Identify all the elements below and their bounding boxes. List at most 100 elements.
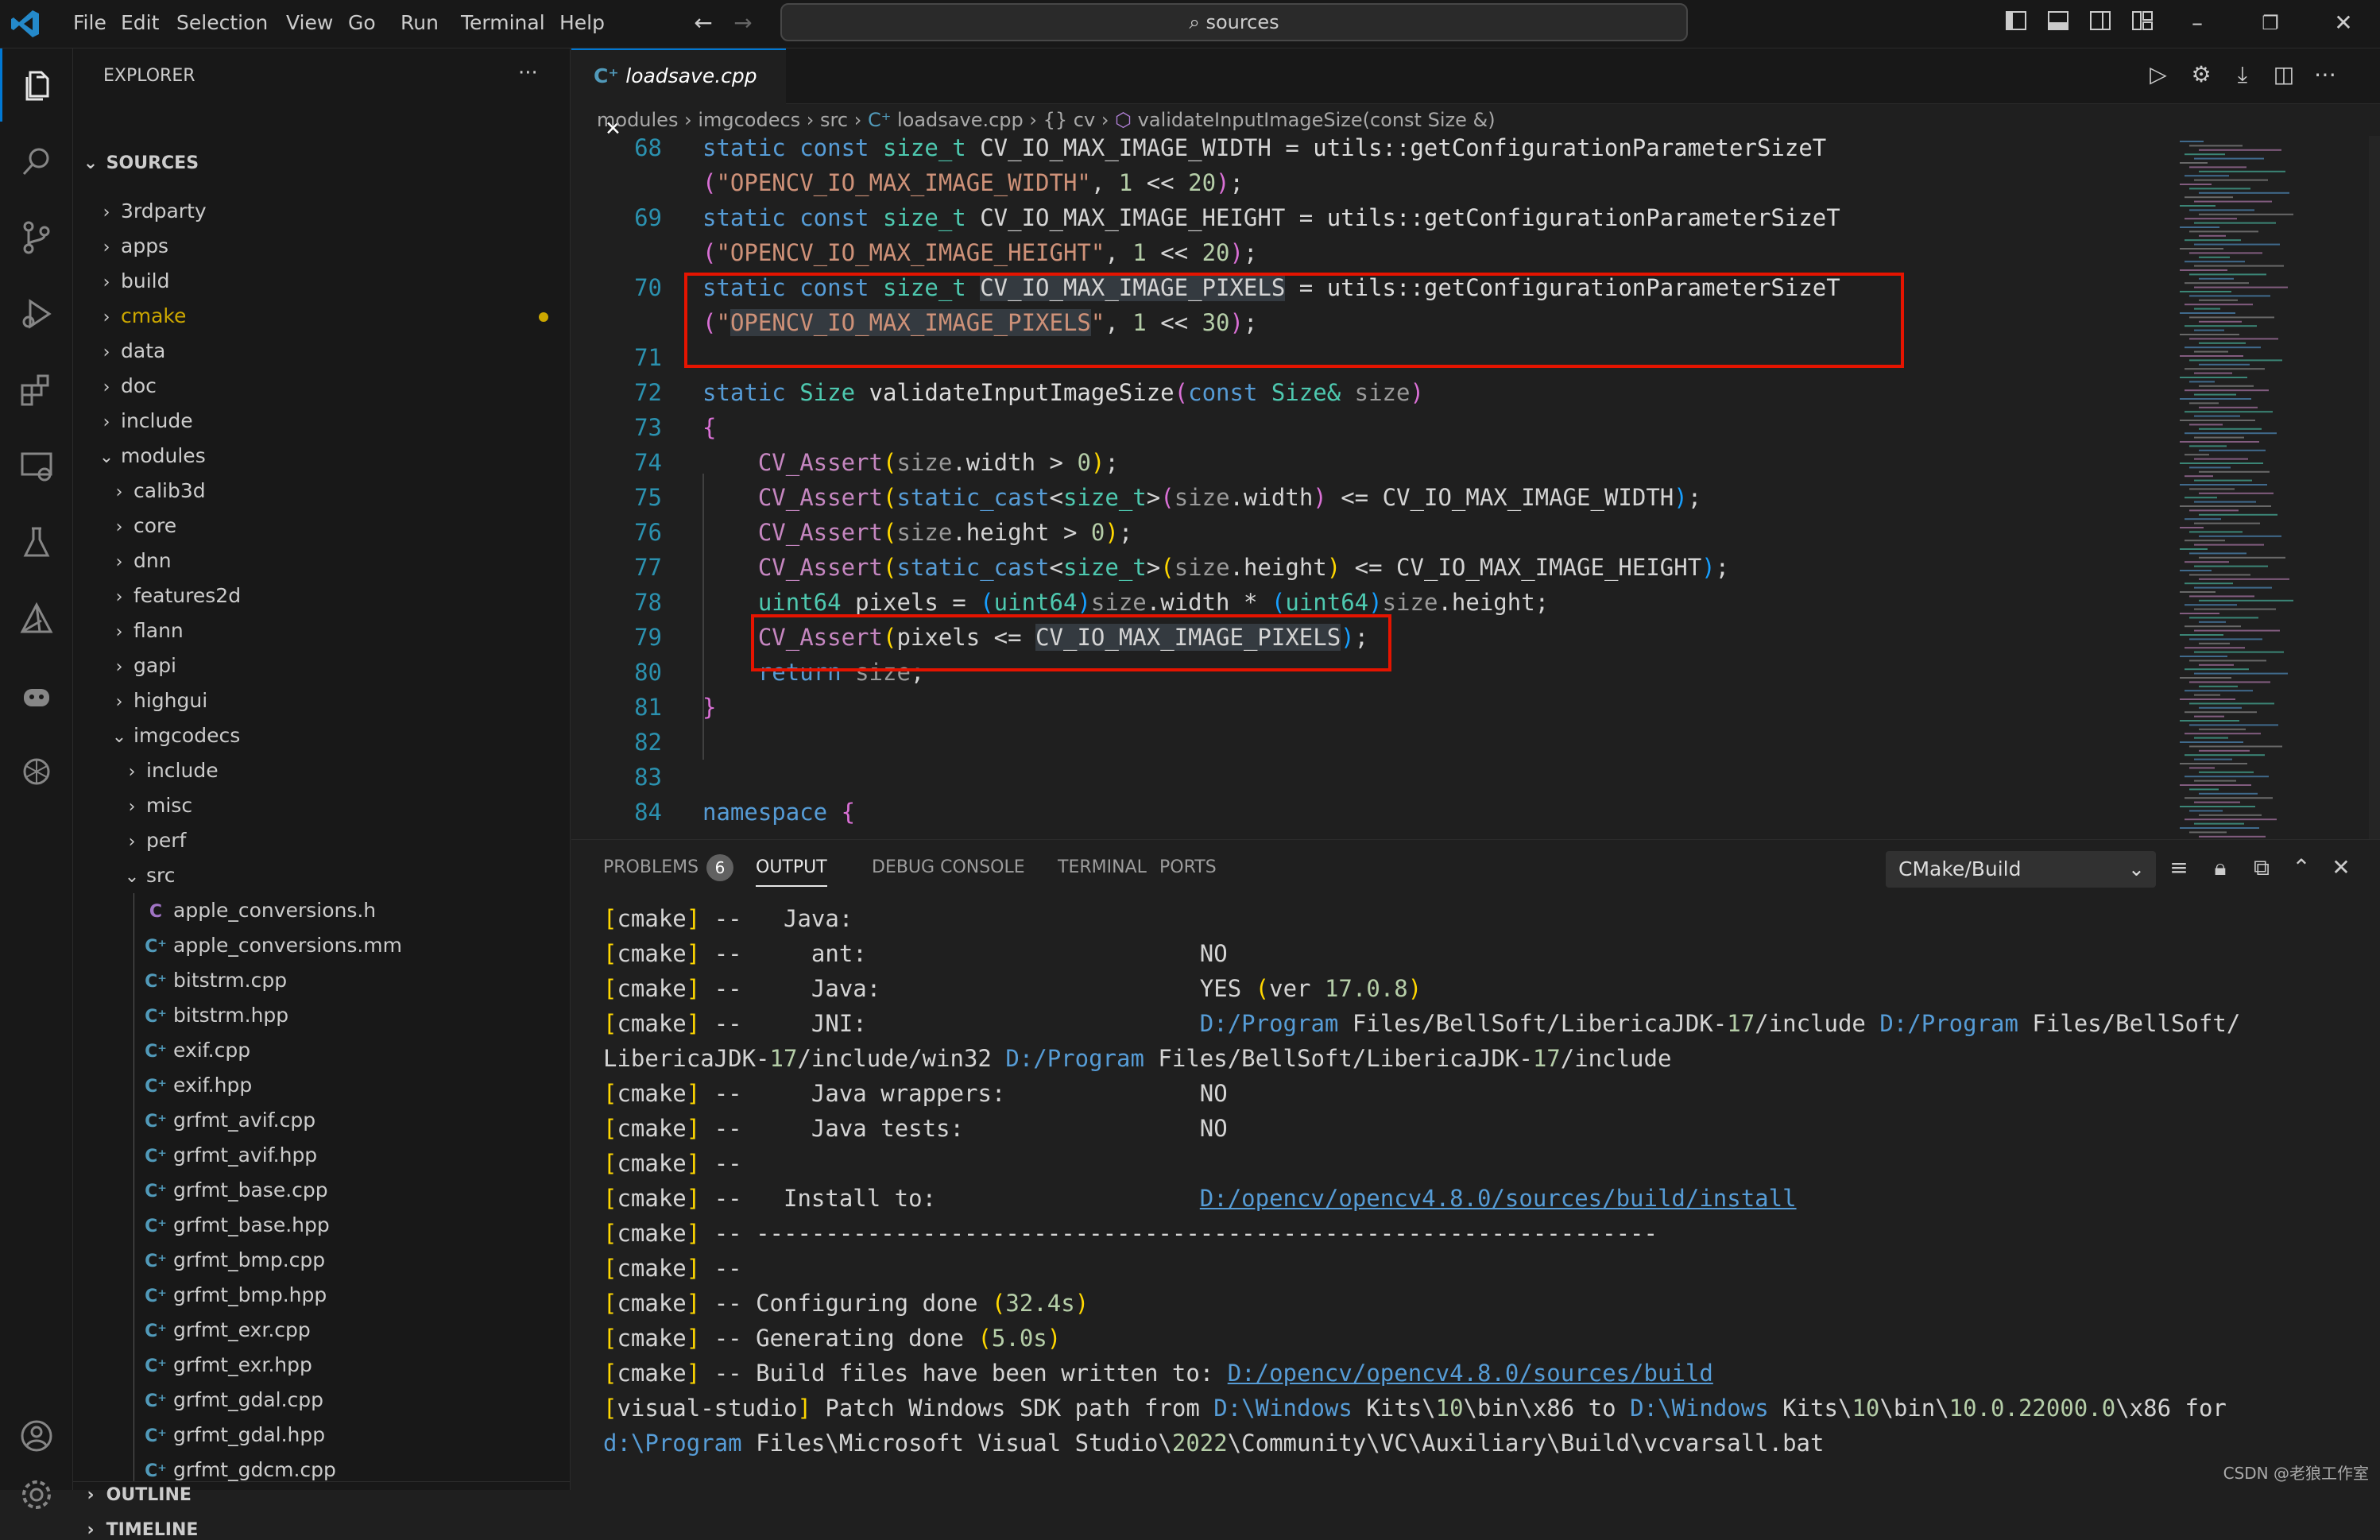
- folder-modules[interactable]: ⌄ modules: [73, 439, 571, 474]
- breadcrumb-item[interactable]: src: [820, 109, 848, 131]
- lock-scroll-icon[interactable]: 🔒︎: [2207, 854, 2234, 881]
- download-icon[interactable]: ⤓: [2229, 61, 2256, 88]
- menu-view[interactable]: View: [278, 8, 341, 37]
- menu-run[interactable]: Run: [393, 8, 447, 37]
- file-grfmt_bmp.cpp[interactable]: C⁺ grfmt_bmp.cpp: [73, 1243, 571, 1278]
- open-in-editor-icon[interactable]: ⧉: [2248, 854, 2275, 881]
- extensions-icon[interactable]: [0, 354, 73, 427]
- cmake-icon[interactable]: [0, 582, 73, 656]
- back-arrow-icon[interactable]: ←: [690, 10, 717, 37]
- folder-misc[interactable]: › misc: [73, 788, 571, 823]
- file-grfmt_base.hpp[interactable]: C⁺ grfmt_base.hpp: [73, 1208, 571, 1243]
- file-exif.cpp[interactable]: C⁺ exif.cpp: [73, 1033, 571, 1068]
- menu-go[interactable]: Go: [340, 8, 384, 37]
- testing-icon[interactable]: [0, 506, 73, 579]
- folder-highgui[interactable]: › highgui: [73, 683, 571, 718]
- accounts-icon[interactable]: [0, 1399, 73, 1472]
- editor-scrollbar[interactable]: [2369, 136, 2380, 887]
- toggle-primary-sidebar-icon[interactable]: [2003, 10, 2030, 37]
- output-channel-select[interactable]: CMake/Build ⌄: [1886, 851, 2156, 888]
- file-grfmt_gdcm.cpp[interactable]: C⁺ grfmt_gdcm.cpp: [73, 1453, 571, 1481]
- folder-gapi[interactable]: › gapi: [73, 648, 571, 683]
- split-editor-icon[interactable]: ◫: [2270, 61, 2297, 88]
- sources-section-header[interactable]: ⌄ SOURCES: [81, 153, 199, 173]
- folder-core[interactable]: › core: [73, 509, 571, 544]
- folder-build[interactable]: › build: [73, 264, 571, 299]
- file-grfmt_gdal.cpp[interactable]: C⁺ grfmt_gdal.cpp: [73, 1383, 571, 1418]
- tab-loadsave-cpp[interactable]: C⁺ loadsave.cpp ✕: [571, 48, 786, 140]
- folder-imgcodecs[interactable]: ⌄ imgcodecs: [73, 718, 571, 753]
- remote-explorer-icon[interactable]: [0, 430, 73, 503]
- settings-icon[interactable]: ⚙: [2188, 61, 2215, 88]
- forward-arrow-icon[interactable]: →: [729, 10, 757, 37]
- menu-selection[interactable]: Selection: [168, 8, 276, 37]
- clear-output-icon[interactable]: ≡: [2165, 854, 2192, 881]
- file-grfmt_bmp.hpp[interactable]: C⁺ grfmt_bmp.hpp: [73, 1278, 571, 1313]
- close-window-icon[interactable]: ✕: [2330, 10, 2357, 37]
- minimize-icon[interactable]: –: [2184, 10, 2211, 37]
- run-debug-icon[interactable]: [0, 277, 73, 350]
- code-editor[interactable]: 68 static const size_t CV_IO_MAX_IMAGE_WI…: [571, 134, 2169, 839]
- settings-gear-icon[interactable]: [0, 1471, 73, 1519]
- file-apple_conversions.h[interactable]: Capple_conversions.h: [73, 893, 571, 928]
- menu-help[interactable]: Help: [551, 8, 613, 37]
- restore-icon[interactable]: ❐: [2257, 10, 2284, 37]
- file-grfmt_gdal.hpp[interactable]: C⁺ grfmt_gdal.hpp: [73, 1418, 571, 1453]
- source-control-icon[interactable]: [0, 201, 73, 274]
- file-grfmt_avif.cpp[interactable]: C⁺ grfmt_avif.cpp: [73, 1103, 571, 1138]
- chatgpt-icon[interactable]: [0, 735, 73, 808]
- folder-features2d[interactable]: › features2d: [73, 578, 571, 613]
- menu-terminal[interactable]: Terminal: [453, 8, 553, 37]
- output-log[interactable]: [cmake] -- Java: [cmake] -- ant: NO [cmake…: [571, 905, 2380, 1477]
- more-actions-icon[interactable]: ⋯: [2312, 61, 2339, 88]
- search-icon[interactable]: [0, 125, 73, 198]
- tab-output[interactable]: OUTPUT: [756, 857, 827, 887]
- tab-ports[interactable]: PORTS: [1159, 857, 1217, 877]
- file-exif.hpp[interactable]: C⁺ exif.hpp: [73, 1068, 571, 1103]
- tab-debug-console[interactable]: DEBUG CONSOLE: [872, 857, 1025, 877]
- breadcrumb-item[interactable]: {} cv: [1043, 109, 1096, 131]
- breadcrumb-item[interactable]: imgcodecs: [698, 109, 800, 131]
- folder-3rdparty[interactable]: › 3rdparty: [73, 194, 571, 229]
- file-grfmt_exr.hpp[interactable]: C⁺ grfmt_exr.hpp: [73, 1348, 571, 1383]
- folder-perf[interactable]: › perf: [73, 823, 571, 858]
- minimap[interactable]: [2173, 136, 2352, 887]
- outline-section-header[interactable]: › OUTLINE: [81, 1485, 191, 1505]
- maximize-panel-icon[interactable]: ⌃: [2288, 854, 2315, 881]
- breadcrumb-item[interactable]: validateInputImageSize(const Size &): [1138, 109, 1496, 131]
- folder-flann[interactable]: › flann: [73, 613, 571, 648]
- customize-layout-icon[interactable]: [2129, 10, 2156, 37]
- run-file-icon[interactable]: ▷: [2145, 61, 2172, 88]
- explorer-icon[interactable]: [0, 48, 73, 122]
- file-apple_conversions.mm[interactable]: C⁺ apple_conversions.mm: [73, 928, 571, 963]
- copilot-icon[interactable]: [0, 659, 73, 732]
- file-bitstrm.hpp[interactable]: C⁺ bitstrm.hpp: [73, 998, 571, 1033]
- output-token[interactable]: D:/opencv/opencv4.8.0/sources/build: [1228, 1360, 1713, 1387]
- tab-terminal[interactable]: TERMINAL: [1058, 857, 1147, 877]
- folder-dnn[interactable]: › dnn: [73, 544, 571, 578]
- file-grfmt_avif.hpp[interactable]: C⁺ grfmt_avif.hpp: [73, 1138, 571, 1173]
- folder-calib3d[interactable]: › calib3d: [73, 474, 571, 509]
- breadcrumb-item[interactable]: modules: [597, 109, 678, 131]
- folder-include[interactable]: › include: [73, 753, 571, 788]
- tab-problems[interactable]: PROBLEMS: [603, 857, 699, 877]
- folder-include[interactable]: › include: [73, 404, 571, 439]
- timeline-section-header[interactable]: › TIMELINE: [81, 1520, 198, 1540]
- toggle-panel-icon[interactable]: [2045, 10, 2072, 37]
- menu-edit[interactable]: Edit: [113, 8, 167, 37]
- output-token[interactable]: D:/opencv/opencv4.8.0/sources/build/inst…: [1200, 1185, 1797, 1212]
- folder-apps[interactable]: › apps: [73, 229, 571, 264]
- file-bitstrm.cpp[interactable]: C⁺ bitstrm.cpp: [73, 963, 571, 998]
- folder-data[interactable]: › data: [73, 334, 571, 369]
- close-panel-icon[interactable]: ✕: [2328, 854, 2355, 881]
- folder-cmake[interactable]: › cmake: [73, 299, 571, 334]
- breadcrumb-item[interactable]: loadsave.cpp: [897, 109, 1024, 131]
- file-grfmt_exr.cpp[interactable]: C⁺ grfmt_exr.cpp: [73, 1313, 571, 1348]
- explorer-more-actions[interactable]: ···: [518, 61, 538, 85]
- file-grfmt_base.cpp[interactable]: C⁺ grfmt_base.cpp: [73, 1173, 571, 1208]
- menu-file[interactable]: File: [65, 8, 114, 37]
- folder-src[interactable]: ⌄ src: [73, 858, 571, 893]
- command-center-search[interactable]: ⌕ sources: [780, 3, 1688, 41]
- toggle-secondary-sidebar-icon[interactable]: [2087, 10, 2114, 37]
- folder-doc[interactable]: › doc: [73, 369, 571, 404]
